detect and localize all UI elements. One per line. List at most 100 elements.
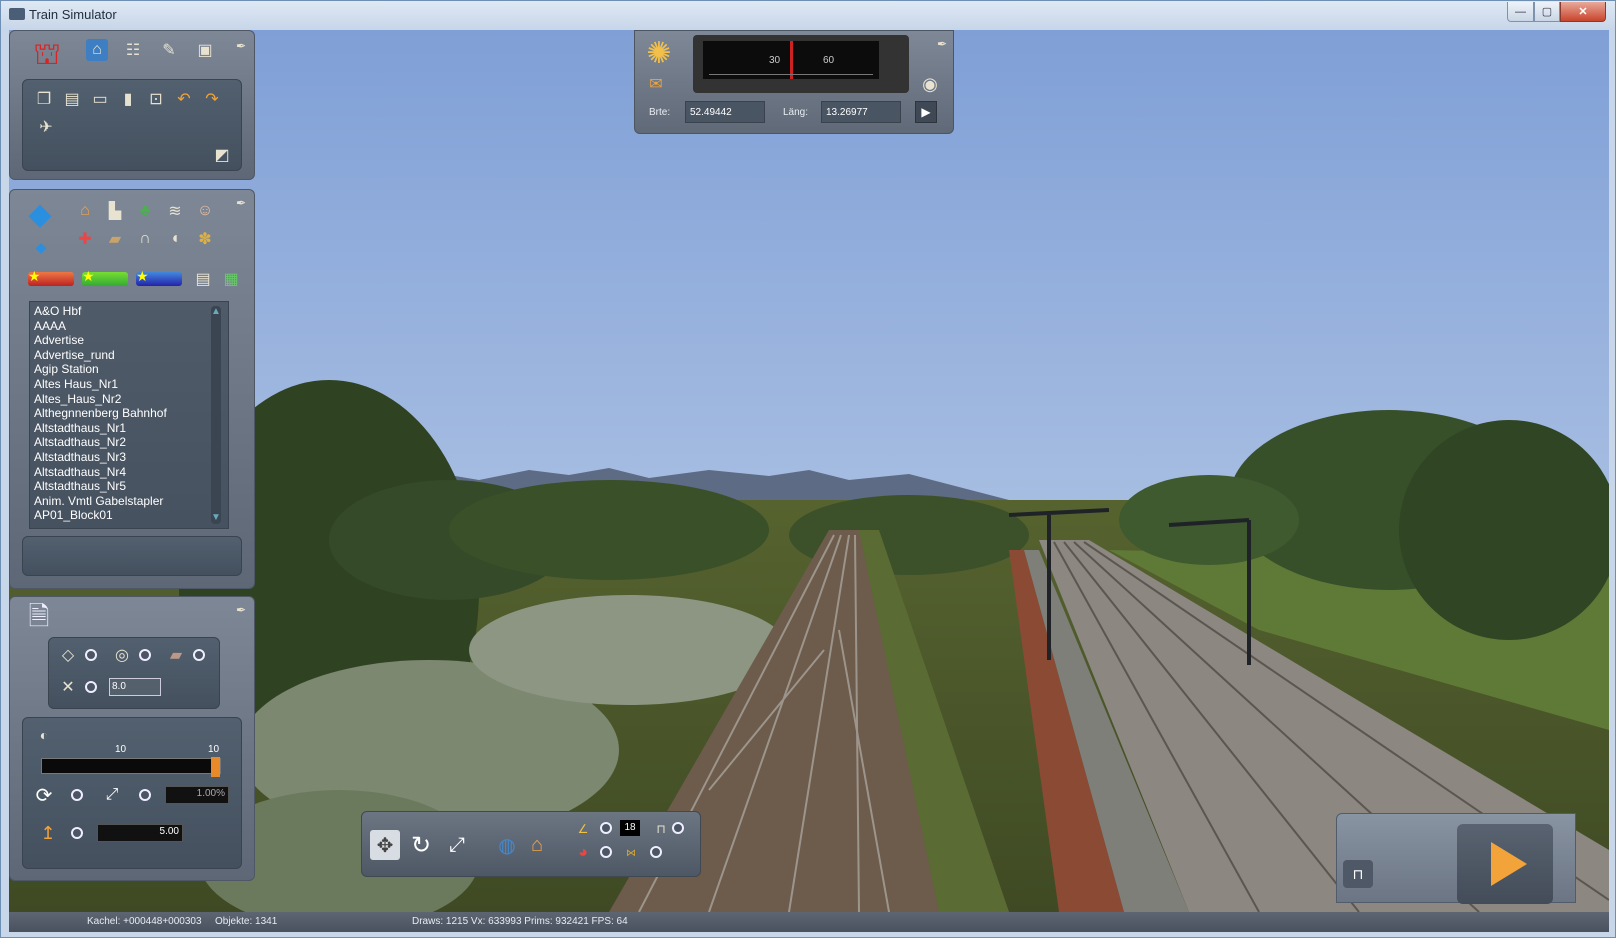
- rotate-icon[interactable]: ⟳: [33, 784, 55, 807]
- industry-icon[interactable]: ▙: [104, 200, 126, 222]
- person-icon[interactable]: ☺: [194, 200, 216, 222]
- house-icon[interactable]: ⌂: [74, 200, 96, 222]
- grid-view-icon[interactable]: ▦: [220, 268, 242, 290]
- road-icon[interactable]: ≋: [164, 200, 186, 222]
- list-item[interactable]: Altes Haus_Nr1: [34, 377, 167, 392]
- list-view-icon[interactable]: ▤: [192, 268, 214, 290]
- time-field[interactable]: 18: [620, 820, 640, 836]
- circle-brush-icon[interactable]: ◎: [111, 644, 133, 666]
- go-button[interactable]: ▶: [915, 101, 937, 123]
- spacing-input[interactable]: 8.0: [109, 678, 161, 696]
- pin-icon[interactable]: ✒: [230, 192, 252, 214]
- list-item[interactable]: AAAA: [34, 319, 167, 334]
- snap-angle-radio[interactable]: [600, 822, 612, 834]
- bridge-icon[interactable]: ▰: [104, 228, 126, 250]
- texture-icon[interactable]: ▰: [165, 644, 187, 666]
- circle-brush-radio[interactable]: [139, 649, 151, 661]
- track-icon[interactable]: ☷: [122, 39, 144, 61]
- bookmark-icon[interactable]: ✉: [645, 73, 667, 95]
- list-item[interactable]: Altstadthaus_Nr3: [34, 450, 167, 465]
- scale-object-icon[interactable]: ⤢: [442, 830, 472, 860]
- slider-handle[interactable]: [211, 757, 220, 777]
- maximize-button[interactable]: ▢: [1534, 2, 1560, 22]
- favorites-blue-button[interactable]: ★: [136, 268, 182, 286]
- list-item[interactable]: Altstadthaus_Nr4: [34, 465, 167, 480]
- scale-icon[interactable]: ⤢: [101, 784, 123, 806]
- ts-icon[interactable]: ⋈: [620, 842, 642, 864]
- list-item[interactable]: Altstadthaus_Nr2: [34, 435, 167, 450]
- close-button[interactable]: ✕: [1560, 2, 1606, 22]
- list-item[interactable]: Altstadthaus_Nr5: [34, 479, 167, 494]
- rotate-object-icon[interactable]: ↻: [406, 830, 436, 860]
- snap-angle-icon[interactable]: ∠: [572, 818, 594, 840]
- toggle-icon[interactable]: ◐: [33, 724, 55, 746]
- latitude-field[interactable]: 52.49442: [685, 101, 765, 123]
- record-icon[interactable]: ◕: [572, 842, 594, 864]
- flat-terrain-icon[interactable]: ◇: [57, 644, 79, 666]
- favorites-green-button[interactable]: ★: [82, 268, 128, 286]
- monitor-icon[interactable]: ▭: [89, 88, 111, 110]
- redo-icon[interactable]: ↷: [201, 88, 223, 110]
- train-icon[interactable]: ▣: [194, 39, 216, 61]
- list-item[interactable]: Advertise: [34, 333, 167, 348]
- sound-icon[interactable]: ◖: [164, 228, 186, 250]
- small-cube-icon[interactable]: ◆: [30, 236, 52, 258]
- list-item[interactable]: Altes_Haus_Nr2: [34, 392, 167, 407]
- scroll-up-icon[interactable]: ▲: [211, 306, 221, 318]
- mouse-icon[interactable]: ⊓: [650, 818, 672, 840]
- toolbox-icon[interactable]: ⛫: [24, 37, 70, 77]
- play-button[interactable]: [1457, 824, 1553, 904]
- compass-icon[interactable]: ✺: [641, 35, 677, 71]
- paint-icon[interactable]: ◩: [211, 144, 233, 166]
- home-view-icon[interactable]: ⌂: [524, 832, 550, 858]
- spacing-icon[interactable]: ✕: [57, 676, 79, 698]
- mouse-mode-icon[interactable]: ⊓: [1343, 860, 1373, 888]
- delete-icon[interactable]: ▮: [117, 88, 139, 110]
- copy-icon[interactable]: ❐: [33, 88, 55, 110]
- list-item[interactable]: Agip Station: [34, 362, 167, 377]
- undo-icon[interactable]: ↶: [173, 88, 195, 110]
- pin-icon[interactable]: ✒: [230, 35, 252, 57]
- scroll-down-icon[interactable]: ▼: [211, 512, 221, 524]
- object-list[interactable]: A&O Hbf AAAA Advertise Advertise_rund Ag…: [29, 301, 229, 529]
- list-item[interactable]: A&O Hbf: [34, 304, 167, 319]
- cube-icon[interactable]: ◆: [22, 196, 58, 232]
- measure-icon[interactable]: ⊡: [145, 88, 167, 110]
- height-radio[interactable]: [71, 827, 83, 839]
- list-item[interactable]: Altstadthaus_Nr1: [34, 421, 167, 436]
- height-value-field[interactable]: 5.00: [97, 824, 183, 842]
- settings-icon[interactable]: ◉: [919, 73, 941, 95]
- longitude-field[interactable]: 13.26977: [821, 101, 901, 123]
- height-icon[interactable]: ↥: [37, 822, 59, 844]
- favorites-red-button[interactable]: ★: [28, 268, 74, 286]
- list-scrollbar[interactable]: ▲ ▼: [211, 306, 221, 524]
- list-item[interactable]: Althegnnenberg Bahnhof: [34, 406, 167, 421]
- tree-icon[interactable]: ♣: [134, 200, 156, 222]
- ts-radio[interactable]: [650, 846, 662, 858]
- spacing-radio[interactable]: [85, 681, 97, 693]
- airplane-icon[interactable]: ✈: [35, 116, 57, 138]
- brush-icon[interactable]: ✎: [158, 39, 180, 61]
- misc-icon[interactable]: ✽: [194, 228, 216, 250]
- list-item[interactable]: Advertise_rund: [34, 348, 167, 363]
- paste-icon[interactable]: ▤: [61, 88, 83, 110]
- heading-gauge[interactable]: 30 60: [703, 41, 879, 79]
- pin-icon[interactable]: ✒: [230, 599, 252, 621]
- list-item[interactable]: AP01_Block01: [34, 508, 167, 523]
- document-icon[interactable]: 🗎: [24, 601, 54, 637]
- pin-icon[interactable]: ✒: [931, 33, 953, 55]
- list-item[interactable]: Anim. Vmtl Gabelstapler: [34, 494, 167, 509]
- rotate-radio[interactable]: [71, 789, 83, 801]
- record-radio[interactable]: [600, 846, 612, 858]
- flat-terrain-radio[interactable]: [85, 649, 97, 661]
- minimize-button[interactable]: —: [1507, 2, 1534, 22]
- scale-radio[interactable]: [139, 789, 151, 801]
- move-icon[interactable]: ✥: [370, 830, 400, 860]
- brush-size-slider[interactable]: [41, 757, 221, 777]
- rotate-value-field[interactable]: 1.00%: [165, 786, 229, 804]
- signal-icon[interactable]: ✚: [74, 228, 96, 250]
- texture-radio[interactable]: [193, 649, 205, 661]
- mouse-radio[interactable]: [672, 822, 684, 834]
- home-icon[interactable]: ⌂: [86, 39, 108, 61]
- globe-icon[interactable]: ◍: [494, 832, 520, 858]
